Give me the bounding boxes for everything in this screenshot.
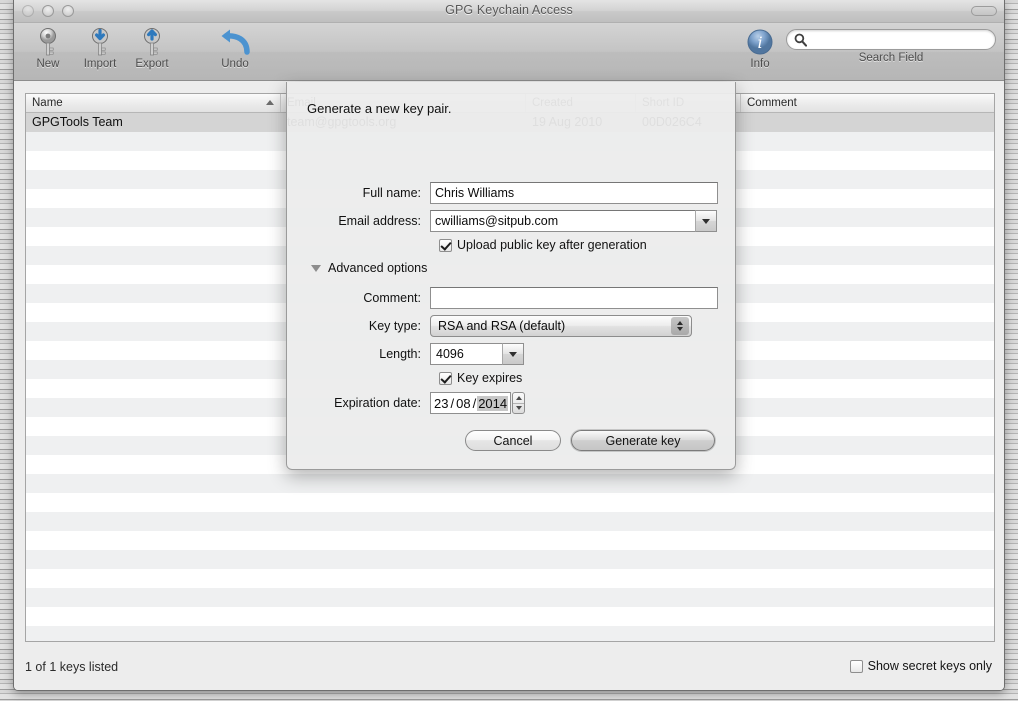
length-label: Length: bbox=[287, 347, 430, 361]
email-address-row: Email address: bbox=[287, 210, 735, 232]
toolbar-undo-label: Undo bbox=[202, 58, 268, 70]
generate-key-button[interactable]: Generate key bbox=[571, 430, 715, 451]
search-field-label: Search Field bbox=[786, 52, 996, 64]
toolbar-left-group: New Import bbox=[22, 23, 268, 70]
main-toolbar: New Import bbox=[14, 23, 1004, 81]
length-value[interactable]: 4096 bbox=[430, 343, 502, 365]
table-row-empty[interactable] bbox=[26, 569, 994, 588]
window-titlebar[interactable]: GPG Keychain Access bbox=[14, 0, 1004, 23]
search-input[interactable] bbox=[812, 30, 987, 49]
key-type-select[interactable]: RSA and RSA (default) bbox=[430, 315, 692, 337]
email-dropdown-button[interactable] bbox=[695, 210, 717, 232]
cell-comment bbox=[741, 113, 994, 132]
upload-public-key-checkbox[interactable]: Upload public key after generation bbox=[439, 238, 735, 252]
toolbar-export-label: Export bbox=[126, 58, 178, 70]
updown-arrows-icon bbox=[671, 317, 689, 335]
comment-row: Comment: bbox=[287, 287, 735, 309]
length-dropdown-button[interactable] bbox=[502, 343, 524, 365]
comment-label: Comment: bbox=[287, 291, 430, 305]
export-key-icon bbox=[126, 27, 178, 57]
length-row: Length: 4096 bbox=[287, 343, 735, 365]
email-address-input[interactable] bbox=[430, 210, 695, 232]
import-key-icon bbox=[74, 27, 126, 57]
expiration-date-stepper[interactable] bbox=[512, 392, 525, 414]
toolbar-import-button[interactable]: Import bbox=[74, 23, 126, 70]
table-row-empty[interactable] bbox=[26, 493, 994, 512]
toolbar-import-label: Import bbox=[74, 58, 126, 70]
disclosure-triangle-icon bbox=[311, 265, 321, 272]
table-row-empty[interactable] bbox=[26, 607, 994, 626]
stepper-up-button[interactable] bbox=[513, 393, 524, 404]
table-row-empty[interactable] bbox=[26, 626, 994, 642]
expiration-date-label: Expiration date: bbox=[287, 396, 430, 410]
date-segment[interactable]: 2014 bbox=[477, 396, 508, 411]
comment-input[interactable] bbox=[430, 287, 718, 309]
toolbar-search-group: Search Field bbox=[786, 23, 996, 64]
key-type-value: RSA and RSA (default) bbox=[438, 319, 565, 333]
search-icon bbox=[794, 33, 807, 52]
key-expires-checkbox[interactable]: Key expires bbox=[439, 371, 735, 385]
cell-name: GPGTools Team bbox=[26, 113, 281, 132]
toolbar-new-label: New bbox=[22, 58, 74, 70]
key-expires-box[interactable] bbox=[439, 372, 452, 385]
info-icon: i bbox=[734, 27, 786, 57]
expiration-date-row: Expiration date: 23/08/2014 bbox=[287, 392, 735, 414]
search-box[interactable] bbox=[786, 29, 996, 50]
show-secret-keys-only-box[interactable] bbox=[850, 660, 863, 673]
column-header-name[interactable]: Name bbox=[26, 94, 281, 112]
sheet-title: Generate a new key pair. bbox=[307, 101, 452, 116]
status-bar: 1 of 1 keys listed Show secret keys only bbox=[14, 644, 1004, 690]
chevron-down-icon bbox=[509, 352, 517, 357]
generate-key-form: Full name: Email address: Upload public … bbox=[287, 182, 735, 420]
column-header-label: Name bbox=[32, 97, 63, 109]
table-row-empty[interactable] bbox=[26, 588, 994, 607]
advanced-options-disclosure[interactable]: Advanced options bbox=[311, 261, 735, 275]
keys-listed-status: 1 of 1 keys listed bbox=[25, 660, 118, 674]
toolbar-new-button[interactable]: New bbox=[22, 23, 74, 70]
toolbar-info-label: Info bbox=[734, 58, 786, 70]
upload-public-key-box[interactable] bbox=[439, 239, 452, 252]
svg-text:i: i bbox=[757, 33, 762, 52]
expiration-date-input[interactable]: 23/08/2014 bbox=[430, 392, 511, 414]
stepper-down-button[interactable] bbox=[513, 404, 524, 414]
cancel-button[interactable]: Cancel bbox=[465, 430, 561, 451]
column-header-label: Comment bbox=[747, 97, 797, 109]
date-segment[interactable]: 23 bbox=[433, 396, 449, 411]
new-key-icon bbox=[22, 27, 74, 57]
sort-ascending-icon bbox=[266, 100, 274, 105]
chevron-down-icon bbox=[702, 219, 710, 224]
upload-public-key-label: Upload public key after generation bbox=[457, 238, 647, 252]
toolbar-toggle-button[interactable] bbox=[971, 6, 997, 16]
advanced-options-label: Advanced options bbox=[328, 261, 427, 275]
table-row-empty[interactable] bbox=[26, 531, 994, 550]
generate-key-sheet: Generate a new key pair. Full name: Emai… bbox=[286, 82, 736, 470]
table-row-empty[interactable] bbox=[26, 550, 994, 569]
full-name-input[interactable] bbox=[430, 182, 718, 204]
toolbar-export-button[interactable]: Export bbox=[126, 23, 178, 70]
show-secret-keys-only-label: Show secret keys only bbox=[868, 659, 992, 673]
gpg-keychain-window: GPG Keychain Access bbox=[13, 0, 1005, 691]
full-name-label: Full name: bbox=[287, 186, 430, 200]
column-header-comment[interactable]: Comment bbox=[741, 94, 994, 112]
toolbar-right-group: i Info Search Field bbox=[734, 23, 996, 70]
undo-arrow-icon bbox=[202, 27, 268, 57]
window-title: GPG Keychain Access bbox=[14, 3, 1004, 17]
date-segment[interactable]: 08 bbox=[455, 396, 471, 411]
key-type-label: Key type: bbox=[287, 319, 430, 333]
toolbar-info-button[interactable]: i Info bbox=[734, 23, 786, 70]
email-address-label: Email address: bbox=[287, 214, 430, 228]
full-name-row: Full name: bbox=[287, 182, 735, 204]
key-expires-label: Key expires bbox=[457, 371, 522, 385]
show-secret-keys-only-checkbox[interactable]: Show secret keys only bbox=[850, 659, 992, 673]
sheet-button-group: Cancel Generate key bbox=[465, 430, 715, 451]
table-row-empty[interactable] bbox=[26, 512, 994, 531]
toolbar-undo-button[interactable]: Undo bbox=[202, 23, 268, 70]
key-type-row: Key type: RSA and RSA (default) bbox=[287, 315, 735, 337]
table-row-empty[interactable] bbox=[26, 474, 994, 493]
